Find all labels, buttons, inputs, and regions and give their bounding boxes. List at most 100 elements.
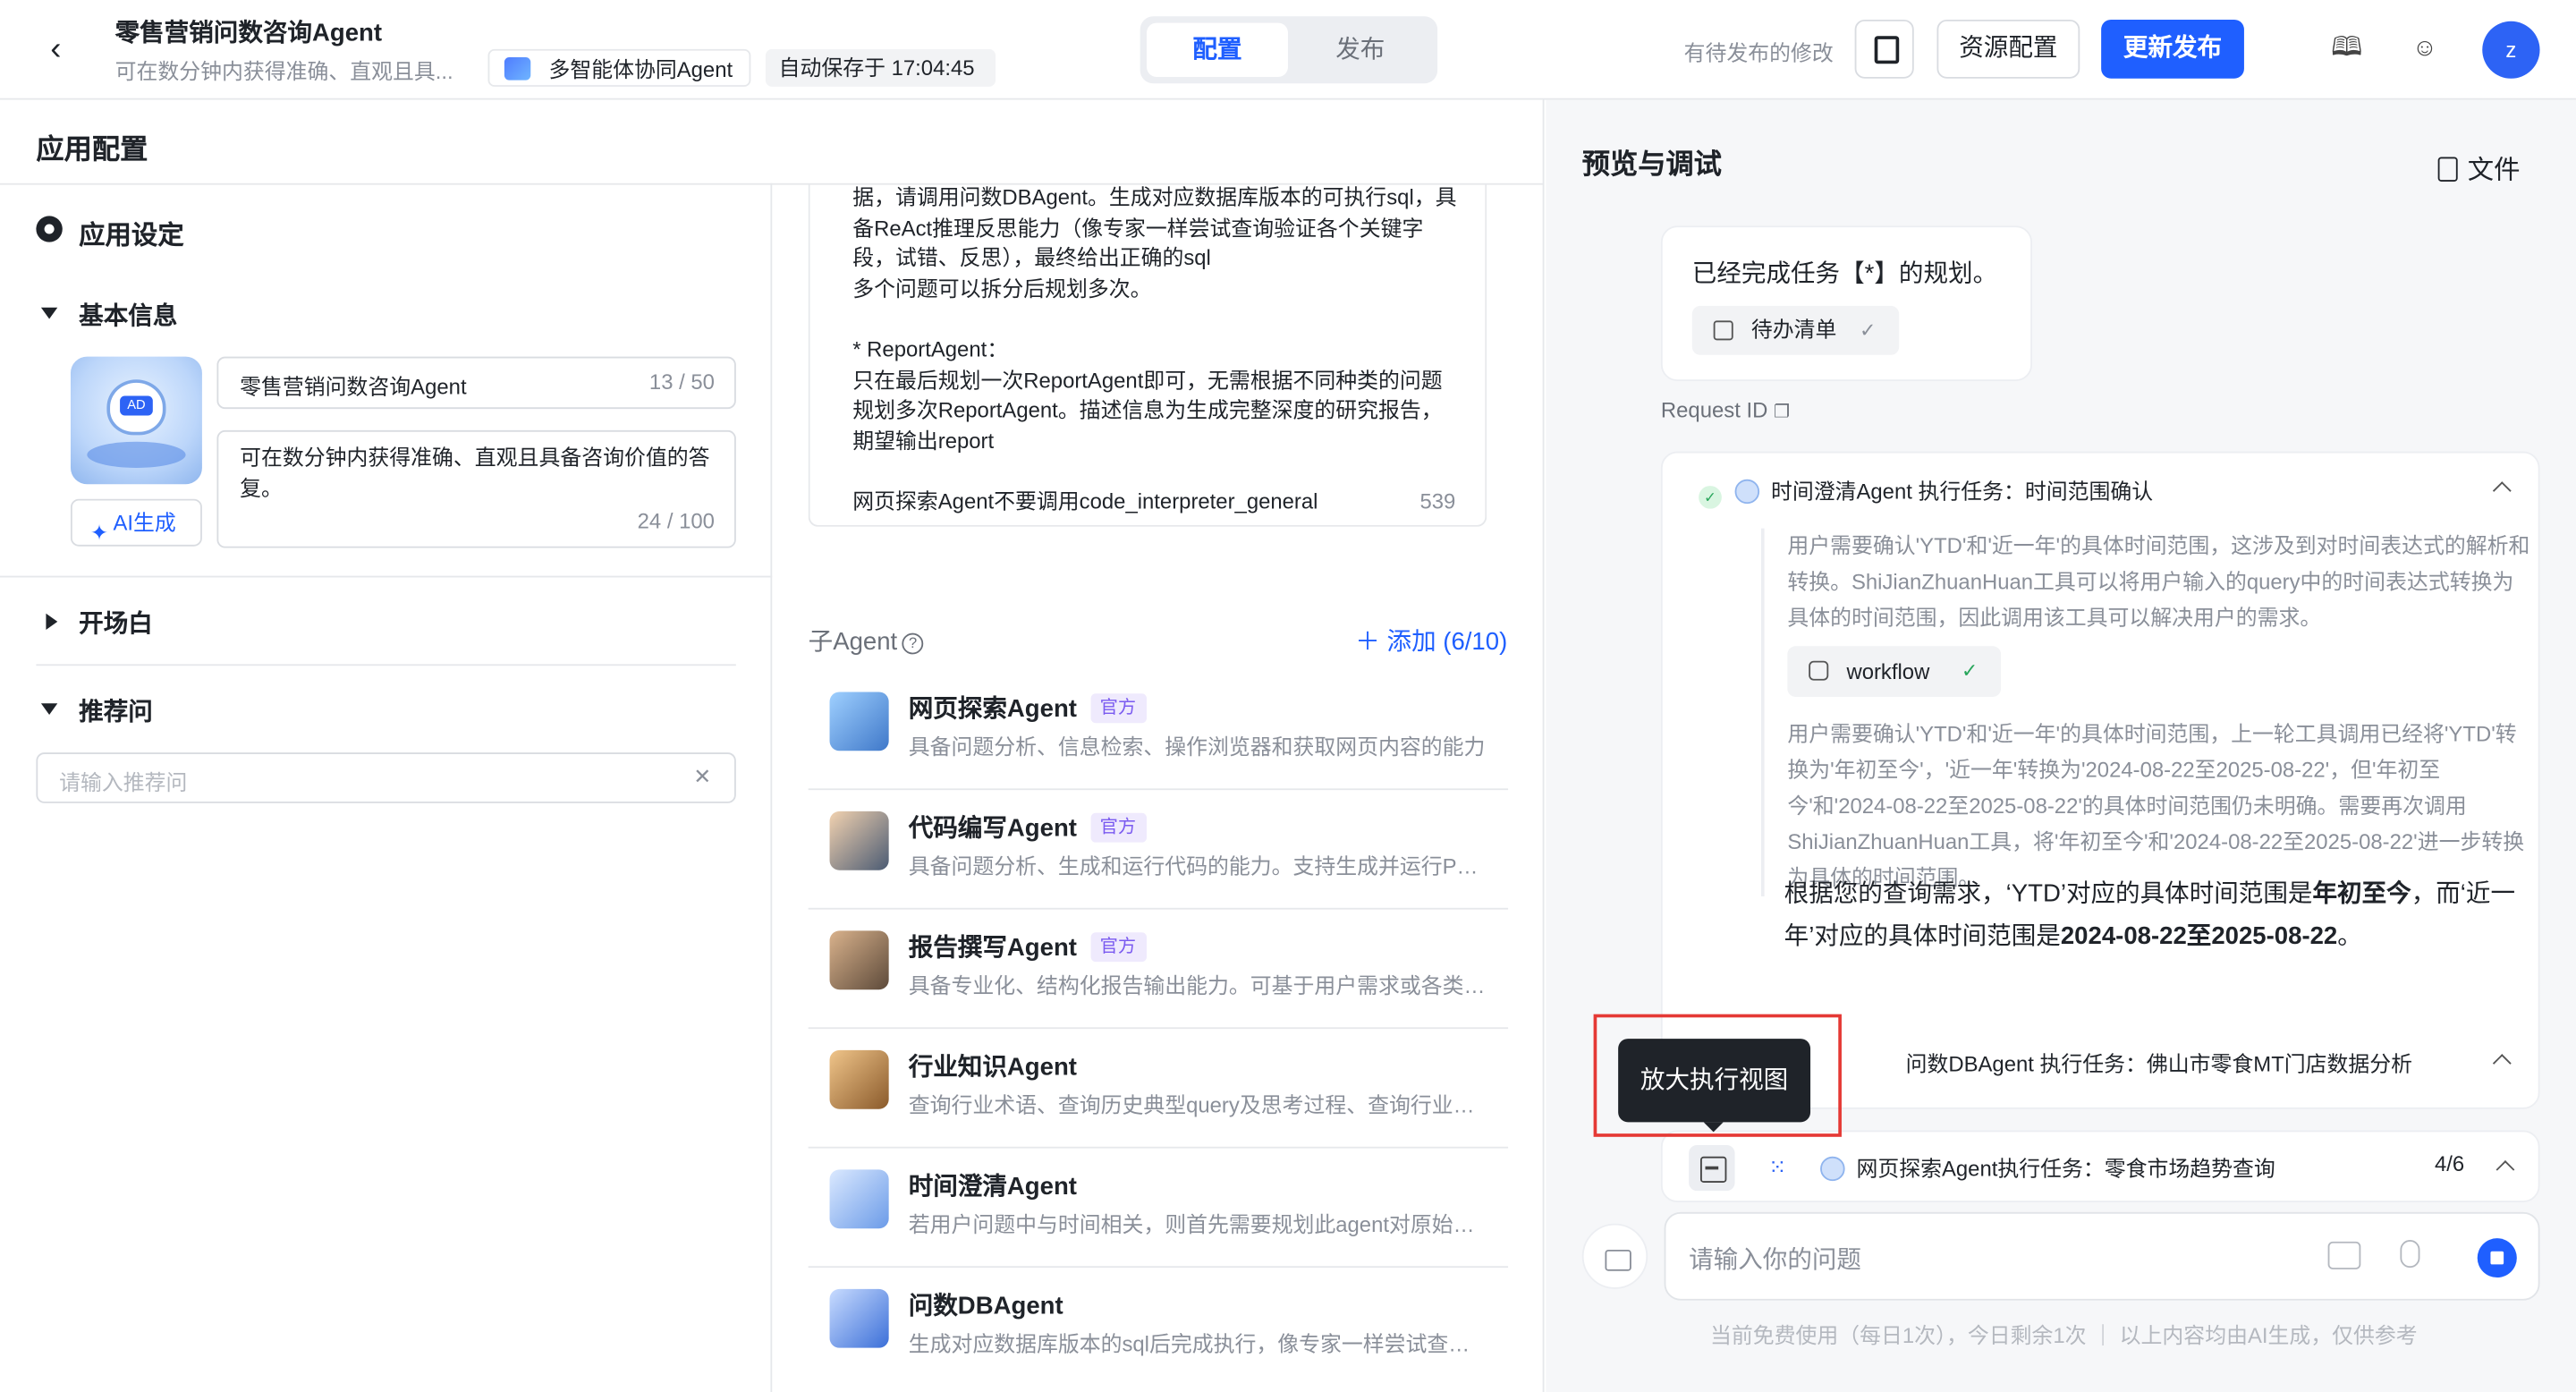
sub-agent-item[interactable]: 行业知识Agent 查询行业术语、查询历史典型query及思考过程、查询行业知识 bbox=[808, 1029, 1509, 1149]
loading-dots-icon: ⁙ bbox=[1768, 1154, 1787, 1180]
todo-icon bbox=[1713, 320, 1733, 341]
ad-badge-icon: AD bbox=[120, 395, 153, 416]
reasoning-text: 用户需要确认'YTD'和'近一年'的具体时间范围，上一轮工具调用已经将'YTD'… bbox=[1787, 721, 2525, 890]
agent-icon bbox=[1734, 479, 1760, 505]
collapse-icon[interactable] bbox=[40, 307, 58, 319]
copy-icon[interactable]: ❐ bbox=[1774, 403, 1790, 422]
plan-message-text: 已经完成任务【*】的规划。 bbox=[1691, 259, 1998, 288]
autosave-status: 自动保存于 17:04:45 bbox=[765, 48, 996, 87]
chevron-up-icon[interactable] bbox=[2492, 481, 2512, 500]
add-sub-agent-button[interactable]: ＋ 添加 (6/10) bbox=[1355, 624, 1507, 658]
workflow-label: workflow bbox=[1846, 658, 1930, 684]
sub-agent-desc: 具备专业化、结构化报告输出能力。可基于用户需求或各类信息 bbox=[908, 972, 1487, 998]
sub-agent-name-text: 行业知识Agent bbox=[908, 1053, 1077, 1082]
app-window: ‹ 零售营销问数咨询Agent 可在数分钟内获得准确、直观且具... 多智能体协… bbox=[0, 0, 2576, 1392]
divider bbox=[770, 182, 773, 1392]
config-panel: 应用配置 应用设定 基本信息 AD ✦ AI生成 零售营销问数咨询Agent 1… bbox=[0, 99, 1545, 1392]
sub-agent-title: 子Agent bbox=[808, 628, 898, 657]
collapse-icon[interactable] bbox=[40, 703, 58, 716]
app-subtitle: 可在数分钟内获得准确、直观且具... bbox=[114, 58, 453, 84]
basic-info-heading[interactable]: 基本信息 bbox=[79, 298, 177, 332]
sub-agent-desc: 具备问题分析、信息检索、操作浏览器和获取网页内容的能力 bbox=[908, 734, 1486, 760]
expand-icon[interactable] bbox=[46, 613, 58, 630]
tab-publish[interactable]: 发布 bbox=[1290, 23, 1431, 77]
task-execution-card: ✓ 时间澄清Agent 执行任务：时间范围确认 用户需要确认'YTD'和'近一年'… bbox=[1660, 451, 2540, 1109]
workflow-button[interactable]: workflow ✓ bbox=[1787, 646, 2002, 697]
add-sub-agent-label: 添加 (6/10) bbox=[1386, 628, 1508, 657]
sparkle-icon: ✦ bbox=[90, 520, 109, 545]
request-id[interactable]: Request ID ❐ bbox=[1661, 397, 1790, 421]
sub-agent-item[interactable]: 代码编写Agent 官方 具备问题分析、生成和运行代码的能力。支持生成并运行Pyt… bbox=[808, 790, 1509, 910]
config-title: 应用配置 bbox=[36, 133, 148, 166]
update-publish-button[interactable]: 更新发布 bbox=[2101, 19, 2244, 79]
stop-button[interactable] bbox=[2477, 1238, 2517, 1278]
execution-status-bar: ⁙ 网页探索Agent执行任务：零食市场趋势查询 4/6 bbox=[1660, 1130, 2540, 1202]
reasoning-text: 用户需要确认'YTD'和'近一年'的具体时间范围，这涉及到对时间表达式的解析和转… bbox=[1787, 533, 2530, 630]
app-name-field[interactable]: 零售营销问数咨询Agent 13 / 50 bbox=[216, 356, 736, 410]
help-icon[interactable]: ? bbox=[902, 632, 924, 655]
app-name-value: 零售营销问数咨询Agent bbox=[240, 374, 467, 400]
divider bbox=[36, 664, 736, 666]
sub-agent-item[interactable]: 报告撰写Agent 官方 具备专业化、结构化报告输出能力。可基于用户需求或各类信息 bbox=[808, 910, 1509, 1030]
clear-chat-icon[interactable] bbox=[1581, 1223, 1648, 1289]
tab-config[interactable]: 配置 bbox=[1147, 22, 1288, 77]
task-progress: 4/6 bbox=[2434, 1151, 2465, 1176]
mode-switch: 配置 发布 bbox=[1140, 16, 1438, 84]
system-prompt-editor[interactable]: 据，请调用问数DBAgent。生成对应数据库版本的可执行sql，具备ReAct推… bbox=[808, 182, 1487, 527]
opening-heading[interactable]: 开场白 bbox=[79, 606, 153, 640]
recommend-heading[interactable]: 推荐问 bbox=[79, 693, 153, 727]
code-agent-icon bbox=[829, 811, 889, 870]
prompt-line bbox=[852, 457, 1462, 488]
todo-list-button[interactable]: 待办清单 ✓ bbox=[1691, 305, 1900, 355]
avatar[interactable]: z bbox=[2482, 21, 2540, 79]
divider bbox=[0, 575, 773, 578]
current-task: 网页探索Agent执行任务：零食市场趋势查询 bbox=[1820, 1151, 2275, 1183]
app-avatar-image[interactable]: AD bbox=[70, 356, 202, 485]
resource-config-button[interactable]: 资源配置 bbox=[1936, 19, 2080, 79]
industry-knowledge-agent-icon bbox=[829, 1049, 889, 1109]
prompt-line: 只在最后规划一次ReportAgent即可，无需根据不同种类的问题规划多次Rep… bbox=[852, 367, 1443, 454]
sub-agent-name: 问数DBAgent bbox=[909, 1287, 1063, 1321]
db-agent-icon bbox=[829, 1288, 889, 1348]
clear-icon[interactable]: ✕ bbox=[693, 764, 711, 790]
app-description-field[interactable]: 可在数分钟内获得准确、直观且具备咨询价值的答复。 24 / 100 bbox=[216, 429, 736, 548]
task-answer: 根据您的查询需求，‘YTD’对应的具体时间范围是年初至今，而‘近一年’对应的具体… bbox=[1784, 873, 2532, 958]
chat-input[interactable]: 请输入你的问题 bbox=[1664, 1211, 2540, 1301]
task-header[interactable]: 问数DBAgent 执行任务：佛山市零食MT门店数据分析 bbox=[1906, 1047, 2412, 1078]
agent-type-chip: 多智能体协同Agent bbox=[487, 48, 751, 87]
ai-generate-button[interactable]: ✦ AI生成 bbox=[70, 498, 202, 547]
agent-type-label: 多智能体协同Agent bbox=[548, 56, 733, 82]
chevron-up-icon[interactable] bbox=[2496, 1160, 2515, 1179]
multi-agent-icon bbox=[504, 56, 531, 81]
sub-agent-item[interactable]: 网页探索Agent 官方 具备问题分析、信息检索、操作浏览器和获取网页内容的能力 bbox=[808, 671, 1509, 791]
file-label: 文件 bbox=[2467, 157, 2521, 185]
chevron-up-icon[interactable] bbox=[2492, 1054, 2512, 1073]
answer-highlight: 年初至今 bbox=[2312, 879, 2411, 908]
book-icon[interactable]: 🕮 bbox=[2331, 34, 2362, 64]
check-icon: ✓ bbox=[1860, 318, 1877, 343]
prompt-line: 网页探索Agent不要调用code_interpreter_general bbox=[852, 488, 1318, 514]
current-task-title: 网页探索Agent执行任务：零食市场趋势查询 bbox=[1856, 1156, 2275, 1182]
app-description-value: 可在数分钟内获得准确、直观且具备咨询价值的答复。 bbox=[240, 445, 710, 501]
sub-agent-name-text: 时间澄清Agent bbox=[908, 1173, 1077, 1201]
file-button[interactable]: 文件 bbox=[2437, 148, 2521, 187]
desc-char-count: 24 / 100 bbox=[637, 508, 715, 534]
pending-changes-text: 有待发布的修改 bbox=[1683, 40, 1834, 66]
sub-agent-item[interactable]: 问数DBAgent 生成对应数据库版本的sql后完成执行，像专家一样尝试查询验证 bbox=[809, 1268, 1508, 1387]
sub-agent-item[interactable]: 时间澄清Agent 若用户问题中与时间相关，则首先需要规划此agent对原始问题 bbox=[808, 1149, 1509, 1269]
copy-icon[interactable] bbox=[1854, 19, 1914, 79]
sub-agent-heading: 子Agent? bbox=[809, 624, 924, 658]
upload-icon[interactable] bbox=[2327, 1241, 2361, 1269]
task-header[interactable]: ✓ 时间澄清Agent 执行任务：时间范围确认 bbox=[1699, 474, 2153, 509]
check-icon: ✓ bbox=[1961, 658, 1979, 683]
feedback-icon[interactable]: ☺ bbox=[2410, 34, 2439, 64]
name-char-count: 13 / 50 bbox=[648, 369, 715, 395]
sub-agent-desc: 具备问题分析、生成和运行代码的能力。支持生成并运行Python代码 bbox=[908, 853, 1487, 878]
zoom-view-icon[interactable] bbox=[1689, 1144, 1735, 1192]
sub-agent-name: 行业知识Agent bbox=[909, 1048, 1077, 1082]
back-arrow-icon[interactable]: ‹ bbox=[36, 30, 75, 69]
recommend-question-input[interactable]: 请输入推荐问 ✕ bbox=[36, 752, 736, 803]
microphone-icon[interactable] bbox=[2400, 1240, 2420, 1269]
official-tag: 官方 bbox=[1089, 812, 1147, 843]
sub-agent-name-text: 报告撰写Agent bbox=[908, 934, 1077, 963]
